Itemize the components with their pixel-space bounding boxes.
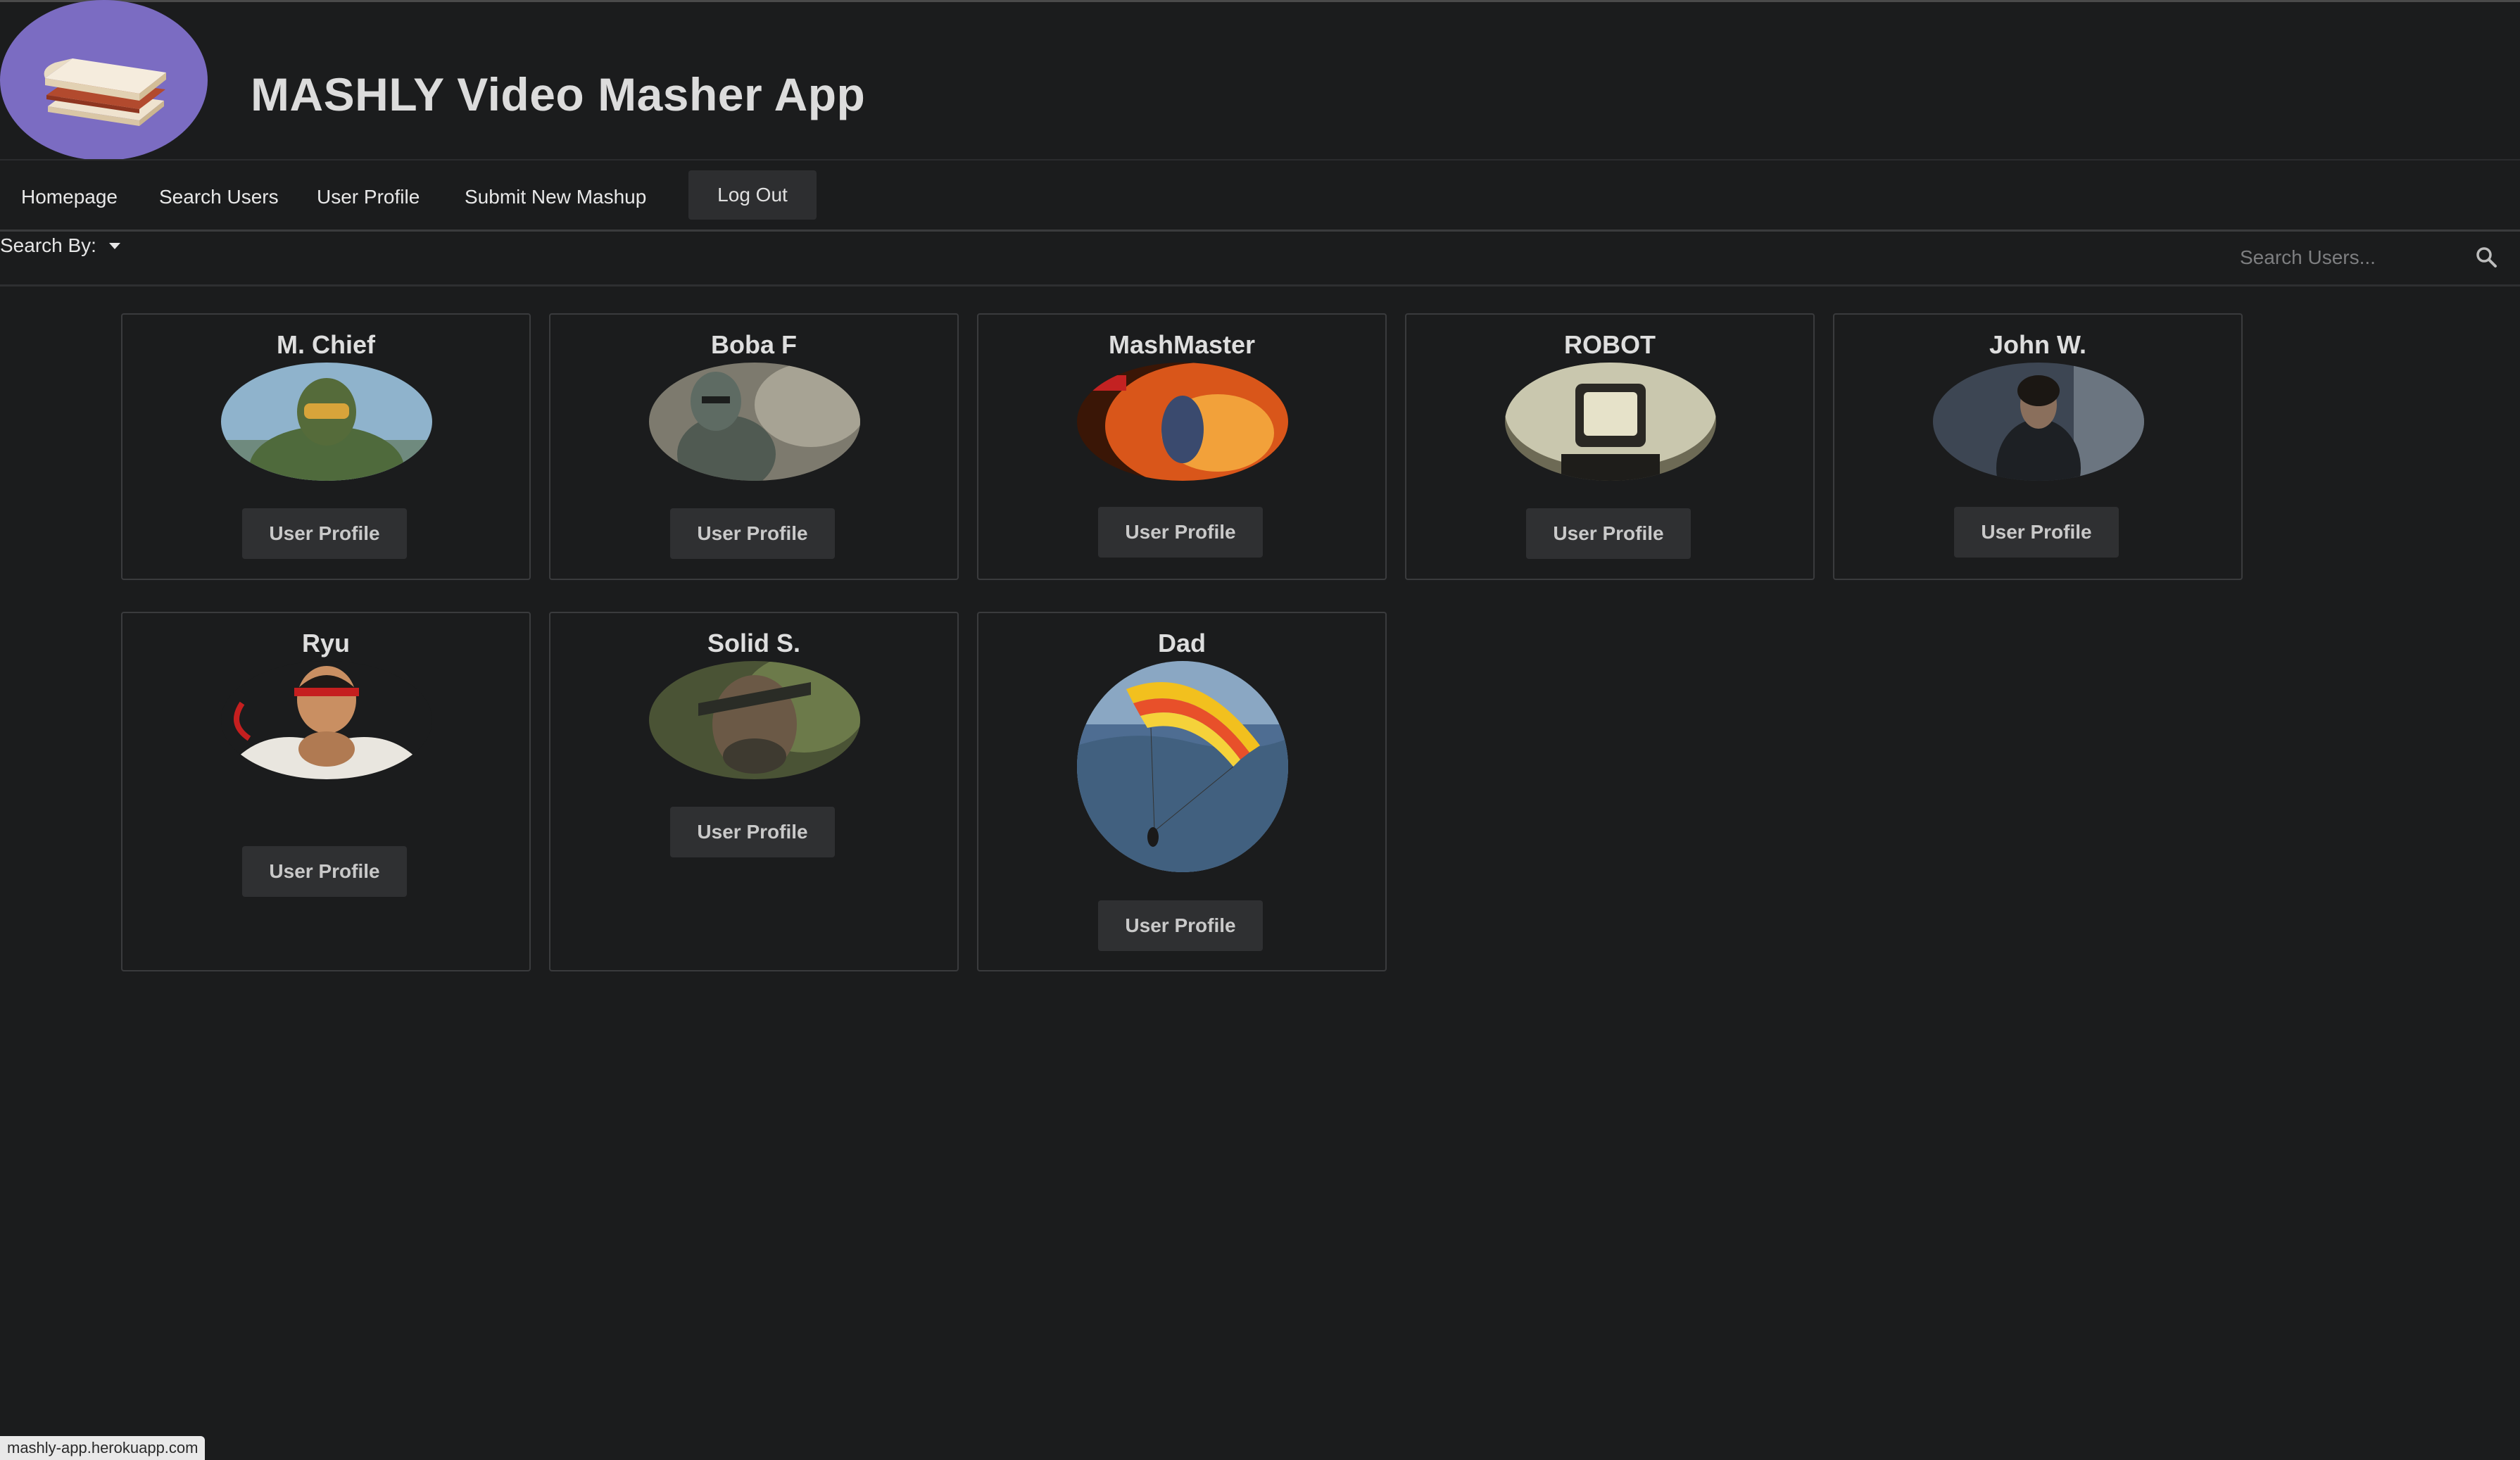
user-name: Solid S. [707, 629, 800, 657]
user-name: ROBOT [1564, 330, 1656, 359]
user-card: John W. User Profile [1833, 313, 2243, 580]
user-avatar [221, 363, 432, 481]
user-avatar [1505, 363, 1716, 481]
user-name: Boba F [711, 330, 797, 359]
logout-button[interactable]: Log Out [688, 170, 817, 220]
user-card: ROBOT User Profile [1405, 313, 1815, 580]
user-name: John W. [1989, 330, 2086, 359]
nav-submit-new-mashup[interactable]: Submit New Mashup [465, 186, 646, 208]
main-nav: Homepage Search Users User Profile Submi… [0, 161, 2520, 232]
user-card: Boba F User Profile [549, 313, 959, 580]
user-avatar [1933, 363, 2144, 481]
nav-user-profile[interactable]: User Profile [317, 186, 420, 208]
user-profile-button[interactable]: User Profile [1098, 900, 1263, 951]
user-name: Ryu [301, 629, 350, 657]
search-by-dropdown[interactable]: Search By: [0, 234, 120, 257]
user-avatar [649, 661, 860, 779]
nav-search-users[interactable]: Search Users [159, 186, 279, 208]
user-avatar [221, 661, 432, 779]
user-profile-button[interactable]: User Profile [1526, 508, 1691, 559]
search-by-label: Search By: [0, 234, 96, 256]
nav-homepage[interactable]: Homepage [21, 186, 118, 208]
search-bar: Search By: [0, 232, 2520, 287]
search-users-input[interactable] [2238, 241, 2474, 274]
user-avatar [1077, 363, 1288, 481]
user-card: Ryu User Profile [121, 612, 531, 971]
user-card: M. Chief User Profile [121, 313, 531, 580]
user-profile-button[interactable]: User Profile [1098, 507, 1263, 558]
user-name: MashMaster [1108, 330, 1256, 359]
dropdown-caret-icon [108, 242, 120, 249]
user-name: Dad [1157, 629, 1206, 657]
app-window: MASHLY Video Masher App Homepage Search … [0, 0, 2520, 1460]
user-card: Dad User Profile [977, 612, 1387, 971]
sandwich-logo-icon[interactable] [0, 0, 208, 161]
app-title: MASHLY Video Masher App [251, 68, 866, 120]
user-profile-button[interactable]: User Profile [670, 508, 835, 559]
search-icon[interactable] [2475, 246, 2497, 268]
user-profile-button[interactable]: User Profile [1954, 507, 2119, 558]
user-avatar [1077, 661, 1288, 872]
top-border [0, 0, 2520, 2]
user-profile-button[interactable]: User Profile [670, 807, 835, 857]
user-card: MashMaster User Profile [977, 313, 1387, 580]
status-bar-url: mashly-app.herokuapp.com [0, 1436, 206, 1460]
user-profile-button[interactable]: User Profile [242, 846, 407, 897]
user-profile-button[interactable]: User Profile [242, 508, 407, 559]
user-card: Solid S. User Profile [549, 612, 959, 971]
user-avatar [649, 363, 860, 481]
user-name: M. Chief [277, 330, 375, 359]
